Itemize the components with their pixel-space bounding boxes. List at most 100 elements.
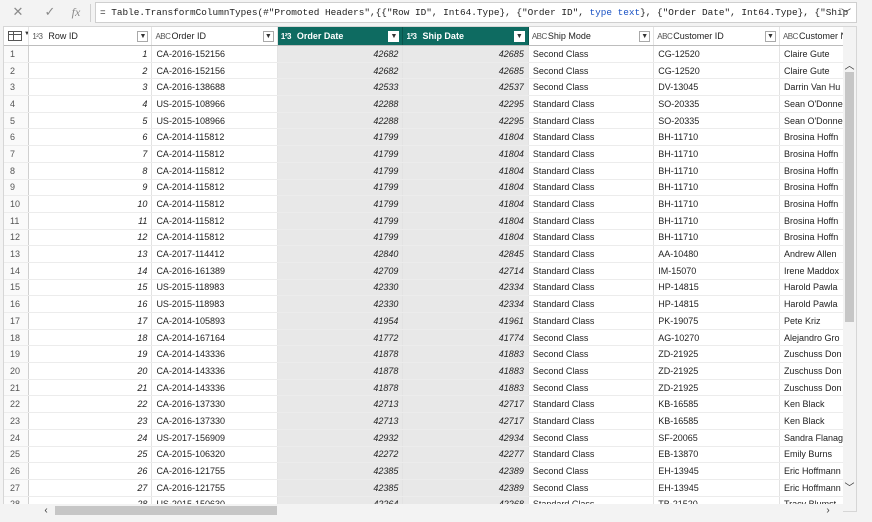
- cell-order_date[interactable]: 42385: [277, 479, 404, 497]
- text-type-icon[interactable]: ABC: [657, 32, 673, 41]
- cell-order_id[interactable]: CA-2016-138688: [151, 78, 278, 97]
- cell-ship_date[interactable]: 42334: [402, 279, 529, 297]
- cell-ship_mode[interactable]: Second Class: [528, 329, 655, 347]
- cell-row_id[interactable]: 2: [28, 62, 153, 80]
- cell-customer_id[interactable]: BH-11710: [653, 195, 780, 213]
- cell-order_date[interactable]: 42288: [277, 112, 404, 130]
- cell-order_date[interactable]: 41799: [277, 162, 404, 180]
- cell-ship_date[interactable]: 41961: [402, 312, 529, 330]
- cell-row_id[interactable]: 11: [28, 212, 153, 230]
- cell-ship_date[interactable]: 42295: [402, 95, 529, 113]
- cell-ship_mode[interactable]: Standard Class: [528, 295, 655, 313]
- filter-dropdown-icon[interactable]: ▼: [137, 30, 149, 42]
- cell-ship_date[interactable]: 41804: [402, 212, 529, 230]
- cell-ship_mode[interactable]: Standard Class: [528, 112, 655, 130]
- close-icon[interactable]: ✕: [8, 3, 28, 21]
- cell-ship_mode[interactable]: Second Class: [528, 362, 655, 380]
- cell-row_id[interactable]: 7: [28, 145, 153, 163]
- horizontal-scrollbar[interactable]: ‹ ›: [3, 504, 843, 517]
- cell-ship_mode[interactable]: Second Class: [528, 345, 655, 364]
- cell-order_date[interactable]: 42288: [277, 95, 404, 113]
- cell-order_date[interactable]: 42533: [277, 78, 404, 97]
- cell-ship_date[interactable]: 42277: [402, 446, 529, 464]
- cell-order_id[interactable]: CA-2016-152156: [151, 45, 278, 63]
- chevron-up-icon[interactable]: ︿: [843, 57, 856, 72]
- table-row[interactable]: 10 10 CA-2014-115812 41799 41804 Standard Cla…: [4, 195, 856, 213]
- column-header-order_date[interactable]: 1²3 Order Date ▼: [277, 27, 404, 46]
- table-row[interactable]: 18 18 CA-2014-167164 41772 41774 Second Class…: [4, 329, 856, 347]
- cell-row_id[interactable]: 18: [28, 329, 153, 347]
- table-corner-menu[interactable]: ▼: [4, 27, 30, 46]
- cell-order_id[interactable]: CA-2016-137330: [151, 412, 278, 430]
- cell-order_date[interactable]: 42840: [277, 245, 404, 263]
- table-row[interactable]: 9 9 CA-2014-115812 41799 41804 Standard Class…: [4, 179, 856, 197]
- table-row[interactable]: 15 15 US-2015-118983 42330 42334 Standard Cla…: [4, 279, 856, 297]
- table-row[interactable]: 24 24 US-2017-156909 42932 42934 Second Class…: [4, 429, 856, 447]
- cell-customer_id[interactable]: HP-14815: [653, 279, 780, 297]
- table-row[interactable]: 8 8 CA-2014-115812 41799 41804 Standard Class…: [4, 162, 856, 180]
- chevron-down-icon[interactable]: ﹀: [843, 479, 856, 494]
- cell-ship_mode[interactable]: Standard Class: [528, 95, 655, 113]
- cell-customer_id[interactable]: BH-11710: [653, 145, 780, 163]
- cell-row_id[interactable]: 14: [28, 262, 153, 280]
- table-row[interactable]: 20 20 CA-2014-143336 41878 41883 Second Class…: [4, 362, 856, 380]
- cell-ship_mode[interactable]: Standard Class: [528, 179, 655, 197]
- cell-customer_id[interactable]: EH-13945: [653, 462, 780, 480]
- cell-ship_mode[interactable]: Second Class: [528, 78, 655, 97]
- cell-ship_date[interactable]: 42934: [402, 429, 529, 447]
- cell-ship_date[interactable]: 41804: [402, 229, 529, 247]
- cell-ship_mode[interactable]: Standard Class: [528, 245, 655, 263]
- cell-ship_mode[interactable]: Standard Class: [528, 279, 655, 297]
- cell-row_id[interactable]: 23: [28, 412, 153, 430]
- cell-ship_date[interactable]: 41804: [402, 162, 529, 180]
- cell-ship_date[interactable]: 41774: [402, 329, 529, 347]
- cell-ship_date[interactable]: 42717: [402, 395, 529, 414]
- cell-ship_date[interactable]: 42389: [402, 462, 529, 480]
- cell-ship_date[interactable]: 42537: [402, 78, 529, 97]
- cell-row_id[interactable]: 12: [28, 229, 153, 247]
- fx-icon[interactable]: fx: [66, 3, 86, 21]
- cell-row_id[interactable]: 24: [28, 429, 153, 447]
- table-row[interactable]: 26 26 CA-2016-121755 42385 42389 Second Class…: [4, 462, 856, 480]
- cell-row_id[interactable]: 25: [28, 446, 153, 464]
- cell-order_date[interactable]: 42713: [277, 412, 404, 430]
- cell-order_id[interactable]: US-2015-118983: [151, 295, 278, 313]
- filter-dropdown-icon[interactable]: ▼: [262, 30, 274, 42]
- table-row[interactable]: 11 11 CA-2014-115812 41799 41804 Standard Cla…: [4, 212, 856, 230]
- filter-dropdown-icon[interactable]: ▼: [513, 30, 525, 42]
- cell-customer_id[interactable]: KB-16585: [653, 412, 780, 430]
- cell-order_id[interactable]: US-2015-118983: [151, 279, 278, 297]
- cell-ship_mode[interactable]: Second Class: [528, 479, 655, 497]
- cell-order_date[interactable]: 42272: [277, 446, 404, 464]
- cell-order_id[interactable]: CA-2014-115812: [151, 128, 278, 147]
- cell-customer_id[interactable]: SF-20065: [653, 429, 780, 447]
- vertical-scroll-thumb[interactable]: [845, 72, 854, 322]
- cell-ship_date[interactable]: 42389: [402, 479, 529, 497]
- cell-ship_mode[interactable]: Second Class: [528, 62, 655, 80]
- table-row[interactable]: 3 3 CA-2016-138688 42533 42537 Second Class DV…: [4, 78, 856, 97]
- cell-order_date[interactable]: 42682: [277, 45, 404, 63]
- cell-ship_date[interactable]: 41804: [402, 145, 529, 163]
- cell-order_date[interactable]: 41878: [277, 379, 404, 397]
- table-row[interactable]: 23 23 CA-2016-137330 42713 42717 Standard Cla…: [4, 412, 856, 430]
- cell-order_id[interactable]: CA-2014-115812: [151, 229, 278, 247]
- cell-ship_mode[interactable]: Standard Class: [528, 145, 655, 163]
- cell-order_id[interactable]: CA-2016-152156: [151, 62, 278, 80]
- table-row[interactable]: 13 13 CA-2017-114412 42840 42845 Standard Cla…: [4, 245, 856, 263]
- text-type-icon[interactable]: ABC: [155, 32, 171, 41]
- table-row[interactable]: 6 6 CA-2014-115812 41799 41804 Standard Class…: [4, 128, 856, 147]
- cell-order_id[interactable]: CA-2014-115812: [151, 145, 278, 163]
- cell-customer_id[interactable]: ZD-21925: [653, 362, 780, 380]
- filter-dropdown-icon[interactable]: ▼: [388, 30, 400, 42]
- cell-order_date[interactable]: 42385: [277, 462, 404, 480]
- cell-ship_mode[interactable]: Standard Class: [528, 312, 655, 330]
- table-row[interactable]: 17 17 CA-2014-105893 41954 41961 Standard Cla…: [4, 312, 856, 330]
- cell-ship_date[interactable]: 41804: [402, 179, 529, 197]
- cell-ship_date[interactable]: 42717: [402, 412, 529, 430]
- cell-ship_mode[interactable]: Second Class: [528, 462, 655, 480]
- table-row[interactable]: 21 21 CA-2014-143336 41878 41883 Second Class…: [4, 379, 856, 397]
- cell-row_id[interactable]: 20: [28, 362, 153, 380]
- cell-ship_date[interactable]: 42685: [402, 62, 529, 80]
- cell-ship_mode[interactable]: Standard Class: [528, 229, 655, 247]
- table-row[interactable]: 5 5 US-2015-108966 42288 42295 Standard Class…: [4, 112, 856, 130]
